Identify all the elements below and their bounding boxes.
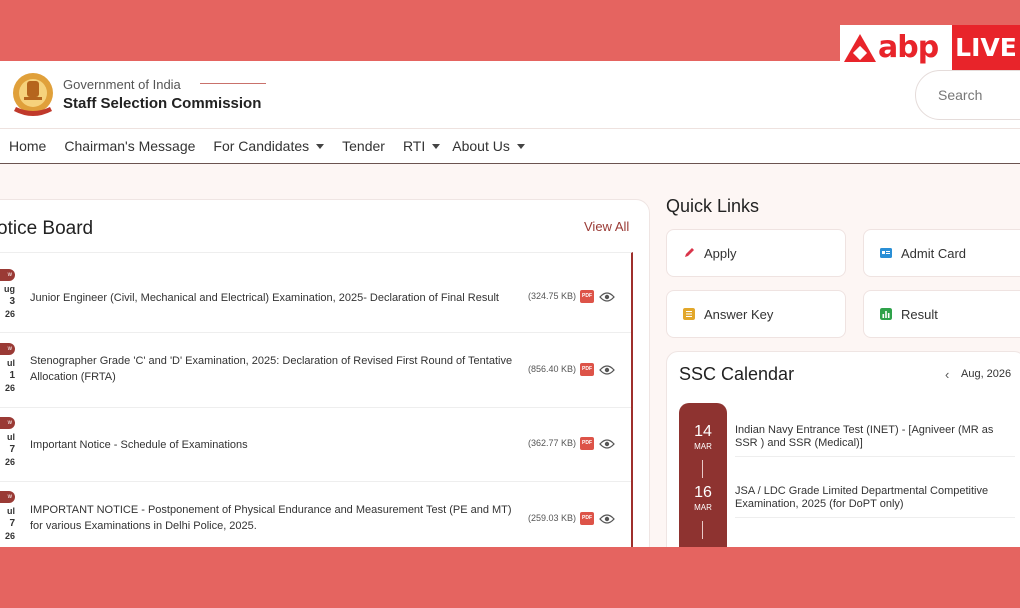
new-badge: w — [0, 491, 15, 503]
eye-icon[interactable] — [599, 513, 615, 525]
live-wordmark: LIVE — [952, 25, 1020, 70]
file-size: (324.75 KB) — [528, 291, 577, 301]
notice-row[interactable]: w ug 3 26 Junior Engineer (Civil, Mechan… — [0, 253, 631, 333]
pdf-icon[interactable]: PDF — [580, 437, 594, 450]
nav-item-about-us[interactable]: About Us — [452, 138, 525, 154]
notice-date: w ul 7 26 — [0, 417, 15, 468]
eye-icon[interactable] — [599, 364, 615, 376]
ssc-website: Government of India Staff Selection Comm… — [0, 61, 1020, 547]
chevron-down-icon — [316, 143, 325, 149]
timeline-connector — [702, 460, 703, 478]
pdf-icon[interactable]: PDF — [580, 363, 594, 376]
notice-date: w ul 1 26 — [0, 343, 15, 394]
quick-links-title: Quick Links — [666, 196, 760, 216]
new-badge: w — [0, 269, 15, 281]
government-of-india-label: Government of India — [63, 77, 181, 92]
notice-list: w ug 3 26 Junior Engineer (Civil, Mechan… — [0, 252, 633, 547]
quick-link-admit-card[interactable]: Admit Card — [863, 229, 1020, 277]
list-icon — [683, 308, 695, 320]
chevron-left-icon[interactable]: ‹ — [945, 367, 949, 382]
abp-live-logo: abp LIVE — [840, 25, 1020, 70]
main-nav: Home Chairman's Message For Candidates T… — [0, 129, 1020, 164]
ssc-calendar: SSC Calendar ‹ Aug, 2026 14 MAR 16 MAR I… — [666, 351, 1020, 547]
notice-date: w ul 7 26 — [0, 491, 15, 542]
abp-triangle-icon — [844, 33, 876, 62]
new-badge: w — [0, 417, 15, 429]
notice-board: otice Board View All w ug 3 26 Junior En… — [0, 199, 650, 547]
notice-row[interactable]: w ul 7 26 IMPORTANT NOTICE - Postponemen… — [0, 482, 631, 547]
pdf-icon[interactable]: PDF — [580, 512, 594, 525]
abp-wordmark: abp — [878, 30, 939, 65]
nav-item-for-candidates[interactable]: For Candidates — [213, 138, 325, 154]
calendar-event[interactable]: Indian Navy Entrance Test (INET) - [Agni… — [735, 424, 1015, 457]
pencil-icon — [685, 248, 694, 257]
site-header: Government of India Staff Selection Comm… — [0, 61, 1020, 129]
eye-icon[interactable] — [599, 438, 615, 450]
notice-link[interactable]: Important Notice - Schedule of Examinati… — [30, 437, 515, 453]
timeline-connector — [702, 521, 703, 539]
nav-item-tender[interactable]: Tender — [342, 138, 385, 154]
notice-link[interactable]: Junior Engineer (Civil, Mechanical and E… — [30, 290, 515, 306]
calendar-date: 14 MAR — [694, 423, 712, 451]
calendar-month: Aug, 2026 — [961, 368, 1012, 380]
nav-item-rti[interactable]: RTI — [403, 138, 441, 154]
notice-date: w ug 3 26 — [0, 269, 15, 320]
bar-chart-icon — [880, 308, 892, 320]
file-size: (362.77 KB) — [528, 438, 577, 448]
notice-link[interactable]: Stenographer Grade 'C' and 'D' Examinati… — [30, 353, 515, 385]
view-all-link[interactable]: View All — [584, 219, 629, 234]
eye-icon[interactable] — [599, 291, 615, 303]
search-placeholder: Search — [938, 87, 983, 103]
organization-name: Staff Selection Commission — [63, 95, 262, 112]
calendar-date-rail: 14 MAR 16 MAR — [679, 403, 727, 547]
id-card-icon — [880, 248, 892, 258]
chevron-down-icon — [432, 143, 441, 149]
calendar-date: 16 MAR — [694, 484, 712, 512]
notice-link[interactable]: IMPORTANT NOTICE - Postponement of Physi… — [30, 502, 515, 534]
search-input[interactable]: Search — [915, 70, 1020, 120]
notice-row[interactable]: w ul 7 26 Important Notice - Schedule of… — [0, 408, 631, 482]
quick-link-answer-key[interactable]: Answer Key — [666, 290, 846, 338]
ssc-emblem-icon — [13, 73, 53, 116]
nav-item-chairmans-message[interactable]: Chairman's Message — [64, 138, 195, 154]
notice-board-title: otice Board — [0, 218, 94, 239]
calendar-title: SSC Calendar — [679, 364, 795, 384]
notice-row[interactable]: w ul 1 26 Stenographer Grade 'C' and 'D'… — [0, 333, 631, 408]
pdf-icon[interactable]: PDF — [580, 290, 594, 303]
quick-link-apply[interactable]: Apply — [666, 229, 846, 277]
nav-item-home[interactable]: Home — [9, 138, 46, 154]
calendar-event[interactable]: JSA / LDC Grade Limited Departmental Com… — [735, 485, 1015, 518]
new-badge: w — [0, 343, 15, 355]
header-divider — [200, 83, 266, 84]
chevron-down-icon — [516, 143, 525, 149]
quick-link-result[interactable]: Result — [863, 290, 1020, 338]
file-size: (856.40 KB) — [528, 364, 577, 374]
file-size: (259.03 KB) — [528, 513, 577, 523]
